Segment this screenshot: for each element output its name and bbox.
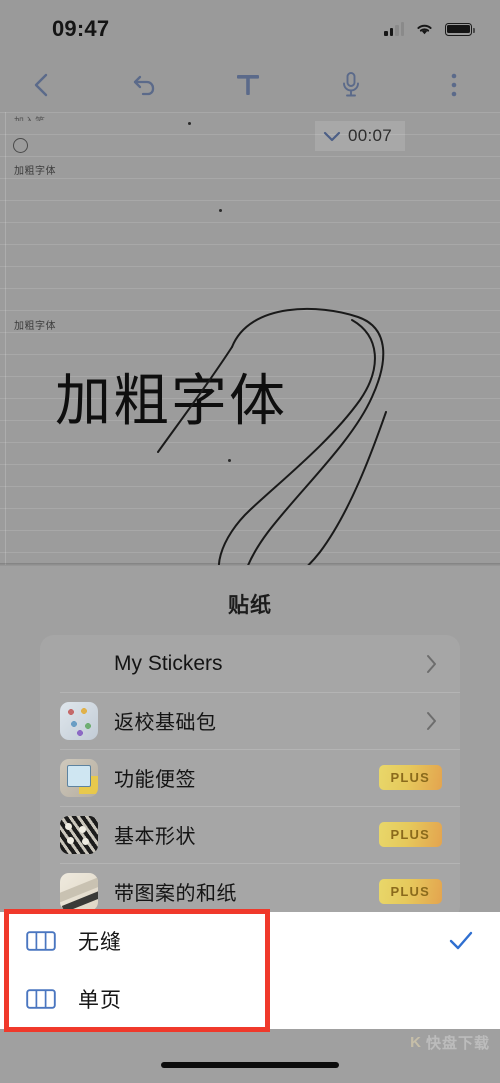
sticker-thumb: [60, 701, 98, 740]
microphone-icon: [343, 72, 359, 97]
page-layout-menu: 无缝 单页: [0, 912, 500, 1029]
chevron-right-icon: [425, 653, 442, 675]
watermark-mark: K: [410, 1034, 422, 1051]
list-item[interactable]: My Stickers: [40, 635, 460, 692]
recording-timer-chip[interactable]: 00:07: [315, 121, 405, 151]
sticker-list: My Stickers 返校基础包 功能便签 PLUS 基本形状 PLUS 带图…: [40, 635, 460, 920]
ruled-lines: [0, 112, 500, 565]
status-bar: 09:47: [0, 0, 500, 58]
list-item-label: 带图案的和纸: [114, 883, 237, 905]
ink-dot: [228, 459, 231, 462]
circle-bullet-icon: [13, 138, 28, 153]
sticker-thumb: [60, 872, 98, 911]
phone-screen: 09:47 加粗字体 加粗字体 00:07 加粗字体 贴纸 My Sticker…: [0, 0, 500, 1083]
watermark: K 快盘下载: [410, 1032, 490, 1053]
list-item-label: 基本形状: [114, 826, 196, 848]
note-big-text: 加粗字体: [55, 369, 287, 434]
ink-dot: [188, 122, 191, 125]
watermark-text: 快盘下载: [425, 1035, 490, 1052]
text-tool-icon: [237, 75, 259, 95]
battery-full-icon: [445, 22, 475, 36]
list-item[interactable]: 功能便签 PLUS: [40, 749, 460, 806]
note-small-label-2: 加粗字体: [14, 321, 56, 332]
menu-item-single-page[interactable]: 单页: [0, 970, 500, 1028]
voice-record-button[interactable]: [327, 63, 375, 107]
recording-time: 00:07: [348, 126, 393, 145]
status-indicators: [384, 22, 475, 36]
more-vertical-icon: [451, 73, 457, 97]
note-canvas[interactable]: 加入笔 加粗字体 加粗字体 00:07 加粗字体: [0, 112, 500, 565]
sticker-panel-title: 贴纸: [228, 594, 272, 617]
back-button[interactable]: [18, 63, 66, 107]
undo-arrow-icon: [133, 75, 155, 96]
text-tool-button[interactable]: [224, 63, 272, 107]
page-margin-line: [5, 112, 6, 565]
clipped-top-text: 加入笔: [14, 113, 46, 121]
more-options-button[interactable]: [430, 63, 478, 107]
wifi-icon: [417, 24, 432, 35]
plus-badge: PLUS: [378, 765, 442, 790]
sticker-thumb: [60, 815, 98, 854]
plus-badge: PLUS: [378, 879, 442, 904]
page-layout-icon: [26, 987, 56, 1011]
ink-dot: [219, 209, 222, 212]
undo-button[interactable]: [121, 63, 169, 107]
note-small-label-1: 加粗字体: [14, 166, 56, 177]
list-item[interactable]: 基本形状 PLUS: [40, 806, 460, 863]
home-indicator: [161, 1062, 339, 1068]
menu-item-label: 无缝: [78, 931, 122, 954]
page-layout-icon: [26, 929, 56, 953]
chevron-right-icon: [425, 710, 442, 732]
editor-toolbar: [0, 58, 500, 112]
chevron-down-icon: [322, 129, 342, 143]
menu-item-label: 单页: [78, 989, 122, 1012]
menu-item-seamless[interactable]: 无缝: [0, 912, 500, 970]
status-time: 09:47: [52, 16, 110, 41]
list-item-label: My Stickers: [114, 651, 223, 675]
list-item[interactable]: 返校基础包: [40, 692, 460, 749]
list-item-label: 返校基础包: [114, 712, 217, 734]
plus-badge: PLUS: [378, 822, 442, 847]
chevron-left-icon: [34, 73, 48, 97]
sticker-thumb: [60, 758, 98, 797]
cellular-signal-icon: [384, 22, 404, 36]
checkmark-icon: [448, 930, 474, 952]
list-item-label: 功能便签: [114, 769, 196, 791]
